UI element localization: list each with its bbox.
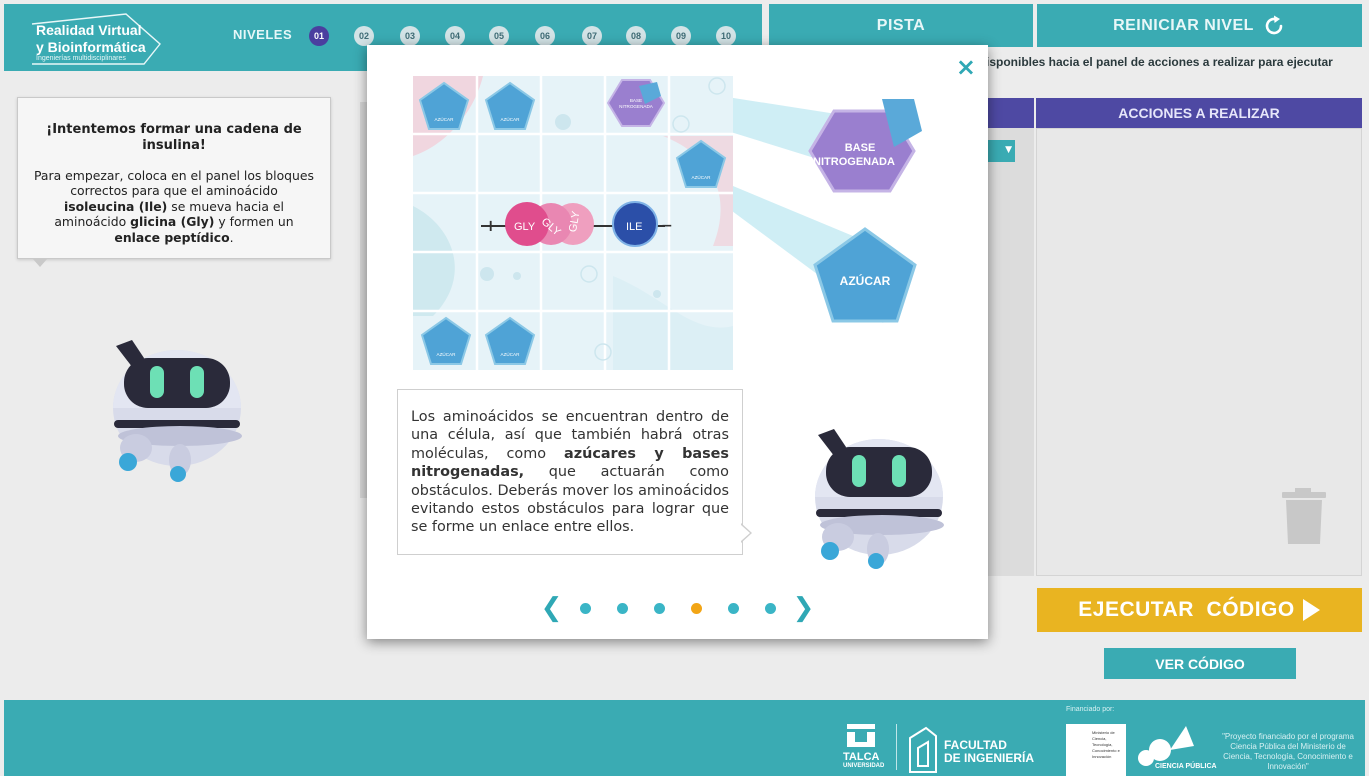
- base-nitrogenada-block: BASE NITROGENADA: [607, 79, 665, 127]
- pager-dot-2[interactable]: [616, 602, 628, 614]
- robot-mascot-modal: [815, 429, 944, 569]
- tutorial-modal: × AZÚCAR AZÚCAR AZÚCAR AZÚCAR AZÚCAR BAS…: [367, 45, 988, 639]
- speech-text-1: Para empezar, coloca en el panel los blo…: [34, 168, 314, 199]
- ejecutar-label: EJECUTAR CÓDIGO: [1078, 598, 1295, 621]
- ingenieria-icon: [909, 726, 937, 773]
- ejecutar-codigo-button[interactable]: EJECUTAR CÓDIGO: [1037, 588, 1362, 632]
- financiado-label: Financiado por:: [1066, 706, 1115, 713]
- pista-label: PISTA: [876, 16, 926, 34]
- pista-button[interactable]: PISTA: [769, 4, 1033, 47]
- niveles-label: NIVELES: [233, 27, 293, 42]
- example-board: AZÚCAR AZÚCAR AZÚCAR AZÚCAR AZÚCAR BASE …: [413, 76, 733, 370]
- bloques-panel: [987, 128, 1034, 576]
- reiniciar-label: REINICIAR NIVEL: [1113, 16, 1254, 34]
- aminoacid-chain: + GLY GLY GLY ILE −: [481, 201, 673, 247]
- level-button-04[interactable]: 04: [445, 26, 465, 46]
- callout-base-line2: NITROGENADA: [813, 156, 895, 168]
- modal-bubble-tail-inner: [741, 525, 750, 541]
- level-button-08[interactable]: 08: [626, 26, 646, 46]
- app-logo: Realidad Virtual y Bioinformática: [36, 22, 146, 56]
- ver-codigo-button[interactable]: VER CÓDIGO: [1104, 648, 1296, 679]
- talca-text: TALCA: [843, 751, 880, 763]
- modal-pager: ❮ ❯: [367, 593, 988, 623]
- speech-bubble: ¡Intentemos formar una cadena de insulin…: [17, 97, 331, 259]
- talca-logo: TALCA UNIVERSIDAD: [843, 724, 884, 769]
- facultad-logo-text: FACULTAD DE INGENIERÍA: [944, 739, 1034, 765]
- base-label-2: NITROGENADA: [619, 104, 654, 109]
- azucar-label: AZÚCAR: [437, 351, 457, 357]
- callout-base-line1: BASE: [845, 142, 876, 154]
- acciones-header: ACCIONES A REALIZAR: [1036, 98, 1362, 128]
- next-chevron-icon[interactable]: ❯: [789, 593, 819, 623]
- talca-icon: [847, 724, 875, 747]
- ile-label: ILE: [626, 221, 643, 233]
- azucar-block-5: AZÚCAR: [484, 316, 536, 365]
- pager-dot-5[interactable]: [727, 602, 739, 614]
- level-button-03[interactable]: 03: [400, 26, 420, 46]
- plus-icon: +: [484, 216, 497, 235]
- pager-dot-6[interactable]: [764, 602, 776, 614]
- proyecto-text: "Proyecto financiado por el programa Cie…: [1222, 732, 1354, 771]
- speech-title: ¡Intentemos formar una cadena de insulin…: [46, 122, 302, 153]
- speech-text-3: y formen un: [214, 214, 294, 230]
- level-button-02[interactable]: 02: [354, 26, 374, 46]
- logo-line2: y Bioinformática: [36, 39, 146, 55]
- modal-description: Los aminoácidos se encuentran dentro de …: [397, 389, 743, 555]
- callout-azucar: AZÚCAR: [813, 227, 917, 323]
- azucar-block-2: AZÚCAR: [484, 81, 536, 130]
- footer-divider: [896, 724, 897, 770]
- trash-icon[interactable]: [1282, 488, 1326, 544]
- robot-mascot: [113, 340, 242, 482]
- restart-icon: [1265, 15, 1283, 34]
- speech-bold-isoleucina: isoleucina (Ile): [64, 198, 168, 214]
- pager-dot-1[interactable]: [579, 602, 591, 614]
- logo-line1: Realidad Virtual: [36, 22, 142, 38]
- close-icon[interactable]: ×: [956, 53, 976, 81]
- speech-bold-glicina: glicina (Gly): [130, 214, 215, 230]
- speech-tail: [32, 258, 48, 267]
- level-button-09[interactable]: 09: [671, 26, 691, 46]
- level-button-01[interactable]: 01: [309, 26, 329, 46]
- chevron-down-icon: ▼: [1005, 145, 1012, 155]
- level-button-10[interactable]: 10: [716, 26, 736, 46]
- speech-bold-enlace: enlace peptídico: [114, 229, 230, 245]
- level-button-07[interactable]: 07: [582, 26, 602, 46]
- bloques-header-stub: [987, 98, 1034, 128]
- play-icon: [1302, 599, 1320, 621]
- speech-text-4: .: [229, 229, 234, 245]
- level-button-06[interactable]: 06: [535, 26, 555, 46]
- azucar-block-3: AZÚCAR: [675, 139, 727, 188]
- block-dropdown[interactable]: ▼: [987, 140, 1015, 162]
- level-button-05[interactable]: 05: [489, 26, 509, 46]
- pager-dot-3[interactable]: [653, 602, 665, 614]
- ministerio-text: Ministerio de Ciencia, Tecnología, Conoc…: [1092, 730, 1120, 759]
- pager-dot-4[interactable]: [690, 602, 702, 614]
- ciencia-publica-text: CIENCIA PÚBLICA: [1155, 763, 1217, 770]
- reiniciar-nivel-button[interactable]: REINICIAR NIVEL: [1037, 4, 1362, 47]
- azucar-label: AZÚCAR: [501, 351, 521, 357]
- ministerio-logo: Ministerio de Ciencia, Tecnología, Conoc…: [1066, 724, 1126, 776]
- azucar-label: AZÚCAR: [435, 116, 455, 122]
- speech-body: Para empezar, coloca en el panel los blo…: [34, 168, 314, 245]
- prev-chevron-icon[interactable]: ❮: [537, 593, 567, 623]
- logo-subtitle: Ingenierías multidisciplinares: [36, 55, 126, 62]
- instructions-text: isponibles hacia el panel de acciones a …: [986, 55, 1333, 69]
- callout-base-nitrogenada: BASE NITROGENADA: [808, 99, 922, 193]
- gly-label-1: GLY: [514, 221, 536, 233]
- azucar-label: AZÚCAR: [501, 116, 521, 122]
- talca-subtext: UNIVERSIDAD: [843, 763, 885, 769]
- minus-icon: −: [661, 218, 673, 234]
- facultad-line2: DE INGENIERÍA: [944, 751, 1035, 765]
- azucar-label: AZÚCAR: [692, 174, 712, 180]
- base-label-1: BASE: [630, 98, 642, 103]
- azucar-block-4: AZÚCAR: [420, 316, 472, 365]
- callout-azucar-label: AZÚCAR: [840, 273, 891, 288]
- azucar-block-1: AZÚCAR: [418, 81, 470, 130]
